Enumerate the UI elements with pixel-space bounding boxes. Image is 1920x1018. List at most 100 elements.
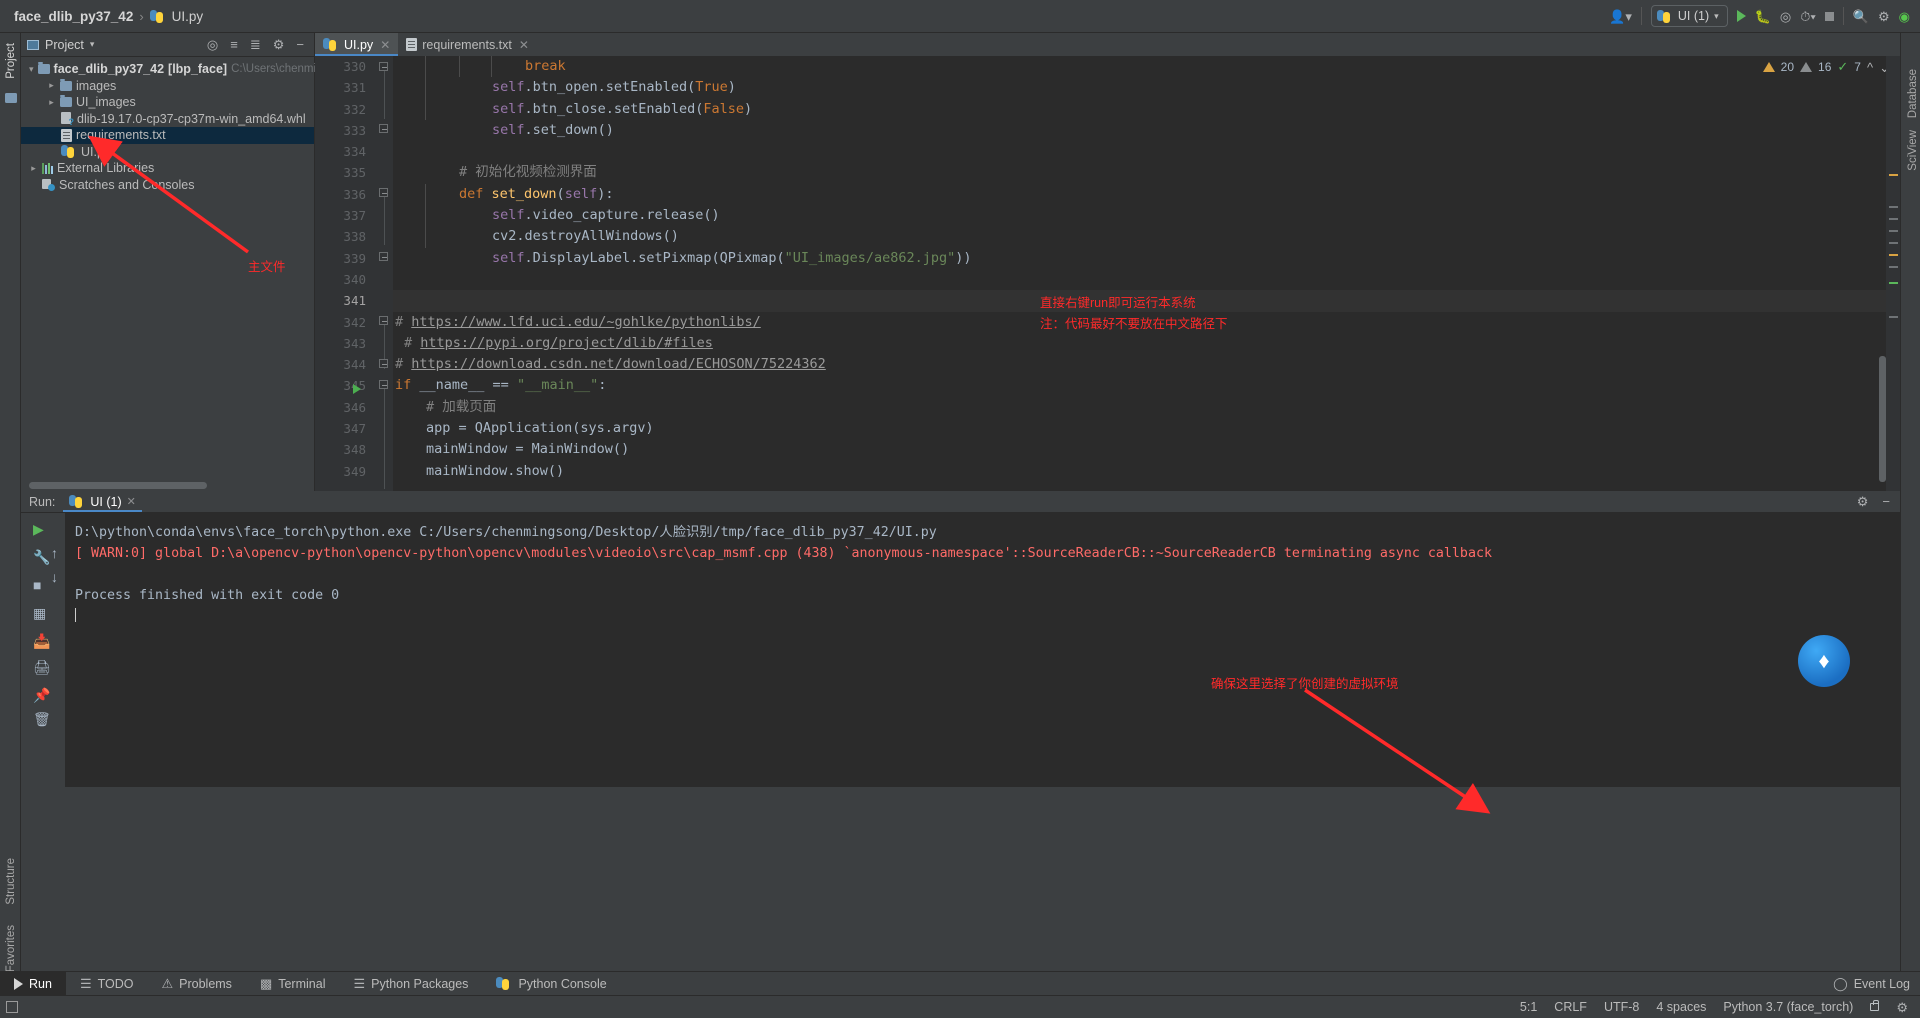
- lock-icon[interactable]: [1870, 1003, 1879, 1011]
- folder-icon: [60, 81, 72, 91]
- tool-button-python-console[interactable]: Python Console: [482, 972, 620, 996]
- collapse-all-icon[interactable]: ≣: [250, 38, 261, 51]
- close-icon[interactable]: ✕: [380, 38, 390, 52]
- editor-vertical-scrollbar[interactable]: [1879, 356, 1886, 482]
- caret-position[interactable]: 5:1: [1520, 1000, 1537, 1014]
- search-icon[interactable]: 🔍: [1853, 10, 1869, 23]
- close-icon[interactable]: ✕: [519, 38, 529, 52]
- down-arrow-icon[interactable]: ↓: [51, 569, 58, 585]
- editor-tab-label: UI.py: [344, 38, 373, 52]
- indent-setting[interactable]: 4 spaces: [1656, 1000, 1706, 1014]
- python-interpreter[interactable]: Python 3.7 (face_torch): [1723, 1000, 1853, 1014]
- fold-marker[interactable]: [379, 359, 388, 368]
- editor-tab-ui-py[interactable]: UI.py ✕: [315, 33, 398, 56]
- line-number: 339: [315, 248, 375, 269]
- tree-item-dlib-whl[interactable]: dlib-19.17.0-cp37-cp37m-win_amd64.whl: [21, 111, 314, 128]
- tree-item-requirements[interactable]: requirements.txt: [21, 127, 314, 144]
- file-encoding[interactable]: UTF-8: [1604, 1000, 1639, 1014]
- fold-marker[interactable]: [379, 380, 388, 389]
- fold-marker[interactable]: [379, 124, 388, 133]
- layout-icon[interactable]: ▦: [33, 605, 46, 622]
- wrench-icon[interactable]: 🔧: [33, 549, 50, 566]
- run-gutter-icon[interactable]: [353, 384, 361, 394]
- error-stripe[interactable]: [1886, 56, 1900, 491]
- inspection-icon[interactable]: ⚙: [1896, 1001, 1908, 1014]
- breadcrumb-file[interactable]: UI.py: [172, 9, 204, 24]
- print-icon[interactable]: 🖨: [33, 659, 51, 676]
- fold-marker[interactable]: [379, 252, 388, 261]
- chevron-right-icon[interactable]: ▸: [47, 80, 56, 91]
- gutter-fold-column[interactable]: [375, 56, 393, 491]
- sidebar-tab-favorites[interactable]: Favorites: [2, 919, 20, 978]
- project-horizontal-scrollbar[interactable]: [29, 482, 207, 489]
- breadcrumb-project[interactable]: face_dlib_py37_42: [14, 9, 133, 24]
- project-panel-title[interactable]: Project: [45, 38, 84, 52]
- tool-button-problems[interactable]: ⚠ Problems: [147, 972, 245, 996]
- run-tab-ui[interactable]: UI (1) ✕: [63, 491, 141, 512]
- profile-icon[interactable]: ⏱▾: [1800, 10, 1816, 23]
- tree-item-face_dlib_py37_42[interactable]: ▾ face_dlib_py37_42 [lbp_face] C:\Users\…: [21, 61, 314, 78]
- pin-icon[interactable]: 📌: [33, 687, 50, 704]
- fold-marker[interactable]: [379, 62, 388, 71]
- link-pypi-dlib[interactable]: https://pypi.org/project/dlib/#files: [420, 335, 713, 351]
- user-icon[interactable]: 👤▾: [1609, 10, 1632, 23]
- gear-icon[interactable]: ⚙: [1857, 495, 1869, 508]
- sidebar-tab-database[interactable]: Database: [1904, 63, 1920, 124]
- chevron-down-icon[interactable]: ▾: [90, 39, 95, 50]
- code-line: self.btn_close.setEnabled(False): [393, 99, 1900, 120]
- tool-button-terminal[interactable]: ▩ Terminal: [246, 972, 340, 996]
- run-console-output[interactable]: D:\python\conda\envs\face_torch\python.e…: [65, 513, 1900, 787]
- debug-icon[interactable]: 🐛: [1755, 10, 1771, 23]
- fold-marker[interactable]: [379, 188, 388, 197]
- chevron-right-icon[interactable]: ▸: [29, 163, 38, 174]
- fold-marker[interactable]: [379, 316, 388, 325]
- tool-button-label: Problems: [179, 977, 232, 991]
- tree-item-label: UI.py: [81, 145, 110, 159]
- locate-icon[interactable]: ◎: [207, 38, 218, 51]
- sidebar-tab-sciview[interactable]: SciView: [1904, 124, 1920, 177]
- close-icon[interactable]: ✕: [127, 495, 136, 508]
- trash-icon[interactable]: 🗑: [33, 711, 51, 728]
- editor-tab-requirements[interactable]: requirements.txt ✕: [398, 33, 537, 56]
- tree-item-scratches[interactable]: Scratches and Consoles: [21, 177, 314, 194]
- stop-icon[interactable]: ■: [33, 577, 41, 593]
- status-bar: 5:1 CRLF UTF-8 4 spaces Python 3.7 (face…: [0, 995, 1920, 1018]
- tool-button-python-packages[interactable]: ☰ Python Packages: [339, 972, 482, 996]
- gear-icon[interactable]: ⚙: [1878, 10, 1890, 23]
- hide-panel-icon[interactable]: −: [296, 38, 304, 51]
- expand-all-icon[interactable]: ≡: [230, 38, 238, 51]
- tool-button-todo[interactable]: ☰ TODO: [66, 972, 148, 996]
- run-icon[interactable]: [1737, 10, 1746, 22]
- chevron-right-icon[interactable]: ▸: [47, 97, 56, 108]
- coverage-icon[interactable]: ◎: [1780, 10, 1791, 23]
- code-editor[interactable]: 20 16 ✓ 7 ^ ⌄ 330 331 332 333 334 335 33…: [315, 56, 1900, 491]
- sidebar-tab-structure[interactable]: Structure: [2, 852, 20, 911]
- updates-icon[interactable]: ◉: [1899, 10, 1910, 23]
- link-csdn-download[interactable]: https://download.csdn.net/download/ECHOS…: [411, 356, 826, 372]
- code-content[interactable]: break self.btn_open.setEnabled(True) sel…: [393, 56, 1900, 491]
- link-pythonlibs[interactable]: https://www.lfd.uci.edu/~gohlke/pythonli…: [411, 314, 761, 330]
- tool-button-run[interactable]: Run: [0, 972, 66, 996]
- code-line: [393, 269, 1900, 290]
- rerun-icon[interactable]: ▶: [33, 521, 44, 538]
- tree-item-ui_images[interactable]: ▸ UI_images: [21, 94, 314, 111]
- tree-item-images[interactable]: ▸ images: [21, 78, 314, 95]
- stop-icon[interactable]: [1825, 12, 1834, 21]
- export-icon[interactable]: 📥: [33, 633, 50, 650]
- show-tool-windows-icon[interactable]: [6, 1001, 18, 1013]
- run-configuration-selector[interactable]: UI (1) ▾: [1651, 5, 1728, 27]
- minimize-icon[interactable]: −: [1882, 495, 1890, 508]
- event-log-button[interactable]: ◯ Event Log: [1833, 977, 1920, 991]
- sidebar-tab-project[interactable]: Project: [2, 37, 20, 85]
- gear-icon[interactable]: ⚙: [273, 38, 285, 51]
- code-line: app = QApplication(sys.argv): [393, 418, 1900, 439]
- project-panel-header: Project ▾ ◎ ≡ ≣ ⚙ −: [21, 33, 314, 57]
- packages-icon: ☰: [353, 977, 365, 990]
- chevron-down-icon[interactable]: ▾: [29, 64, 34, 75]
- line-separator[interactable]: CRLF: [1554, 1000, 1587, 1014]
- tree-item-external-libraries[interactable]: ▸ External Libraries: [21, 160, 314, 177]
- left-tool-strip: Project Structure Favorites: [0, 33, 21, 984]
- tree-item-ui-py[interactable]: UI.py: [21, 144, 314, 161]
- up-arrow-icon[interactable]: ↑: [51, 545, 58, 561]
- console-line-warning: [ WARN:0] global D:\a\opencv-python\open…: [75, 546, 1492, 561]
